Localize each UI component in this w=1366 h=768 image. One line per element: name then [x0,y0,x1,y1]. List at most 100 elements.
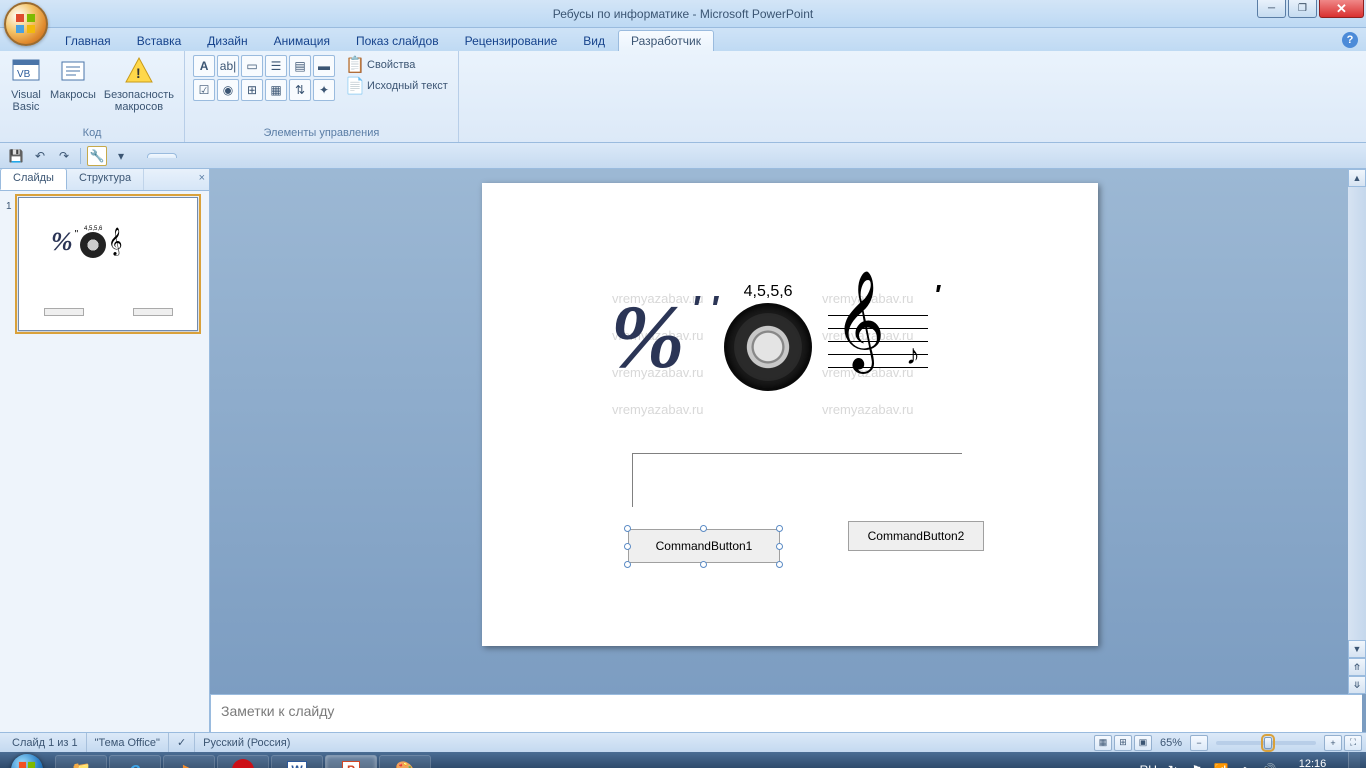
taskbar-ie-icon[interactable]: e [109,755,161,768]
tab-developer[interactable]: Разработчик [618,30,714,51]
minimize-button[interactable]: ─ [1257,0,1286,18]
show-desktop-button[interactable] [1348,752,1360,768]
redo-icon[interactable]: ↷ [54,146,74,166]
slide-thumbnail-1[interactable]: %" 4,5,5,6 𝄞 [18,197,198,331]
music-note-icon: ♪ [906,339,920,371]
control-scroll-icon[interactable]: ⇅ [289,79,311,101]
double-quote-symbol: ' ' [691,288,718,330]
view-sorter-icon[interactable]: ⊞ [1114,735,1132,751]
tab-view[interactable]: Вид [570,30,618,51]
maximize-button[interactable]: ❐ [1288,0,1317,18]
visual-basic-button[interactable]: VB Visual Basic [6,53,46,115]
fit-window-icon[interactable]: ⛶ [1344,735,1362,751]
control-frame-icon[interactable]: ▦ [265,79,287,101]
status-slide-position: Слайд 1 из 1 [4,733,87,752]
taskbar-explorer-icon[interactable]: 📁 [55,755,107,768]
command-button-2[interactable]: CommandButton2 [848,521,984,551]
tray-usb-icon[interactable]: ⏏ [1237,762,1253,768]
tray-action-icon[interactable]: ⚑ [1189,762,1205,768]
rebus-numbers: 4,5,5,6 [744,283,793,301]
taskbar-word-icon[interactable]: W [271,755,323,768]
close-button[interactable]: ✕ [1319,0,1364,18]
vertical-scrollbar[interactable]: ▲ ▼ ⤊ ⤋ [1348,169,1366,694]
window-title: Ребусы по информатике - Microsoft PowerP… [0,7,1366,21]
tray-network-icon[interactable]: 📶 [1213,762,1229,768]
status-spellcheck[interactable]: ✓ [169,733,195,752]
pane-tab-outline[interactable]: Структура [67,169,144,190]
status-language[interactable]: Русский (Россия) [195,733,298,752]
help-icon[interactable]: ? [1342,32,1358,48]
spellcheck-icon: ✓ [177,736,186,749]
scroll-up-icon[interactable]: ▲ [1348,169,1366,187]
office-button[interactable] [4,2,48,46]
tab-review[interactable]: Рецензирование [452,30,571,51]
taskbar-powerpoint-icon[interactable]: P [325,755,377,768]
macro-security-button[interactable]: ! Безопасность макросов [100,53,178,115]
ribbon-group-controls: A ab| ▭ ☰ ▤ ▬ ☑ ◉ ⊞ ▦ ⇅ ✦ 📋 Свойства 📄 [185,51,459,142]
treble-clef-icon: 𝄞 [834,277,885,363]
macros-button[interactable]: Макросы [46,53,100,103]
title-bar: Ребусы по информатике - Microsoft PowerP… [0,0,1366,28]
control-option-icon[interactable]: ◉ [217,79,239,101]
scroll-down-icon[interactable]: ▼ [1348,640,1366,658]
command-button-1[interactable]: CommandButton1 [628,529,780,563]
slide-textbox[interactable] [632,453,962,507]
control-checkbox-icon[interactable]: ☑ [193,79,215,101]
qat-dropdown-icon[interactable]: ▾ [111,146,131,166]
main-area: Слайды Структура × 1 %" 4,5,5,6 𝄞 vrem [0,169,1366,732]
tray-sync-icon[interactable]: ↻ [1165,762,1181,768]
view-normal-icon[interactable]: ▦ [1094,735,1112,751]
control-listbox-icon[interactable]: ▤ [289,55,311,77]
properties-icon: 📋 [347,57,363,73]
taskbar-paint-icon[interactable]: 🎨 [379,755,431,768]
zoom-slider[interactable] [1216,741,1316,745]
tab-insert[interactable]: Вставка [124,30,195,51]
tray-clock[interactable]: 12:16 12.04.2019 [1285,758,1340,768]
qat-tab-handle[interactable] [147,153,177,158]
control-button-icon[interactable]: ▬ [313,55,335,77]
view-code-button[interactable]: 📄 Исходный текст [343,76,452,96]
tray-volume-icon[interactable]: 🔊 [1261,762,1277,768]
svg-text:VB: VB [17,69,31,80]
controls-gallery[interactable]: A ab| ▭ ☰ ▤ ▬ ☑ ◉ ⊞ ▦ ⇅ ✦ [193,55,335,101]
zoom-in-button[interactable]: + [1324,735,1342,751]
slide-canvas[interactable]: vremyazabav.ru vremyazabav.ru vremyazaba… [482,183,1098,646]
tab-design[interactable]: Дизайн [194,30,260,51]
start-button[interactable] [0,752,54,768]
tab-slideshow[interactable]: Показ слайдов [343,30,452,51]
taskbar-wmp-icon[interactable]: ▶ [163,755,215,768]
slide-editor[interactable]: vremyazabav.ru vremyazabav.ru vremyazaba… [210,169,1366,732]
view-slideshow-icon[interactable]: ▣ [1134,735,1152,751]
slides-pane: Слайды Структура × 1 %" 4,5,5,6 𝄞 [0,169,210,732]
control-toggle-icon[interactable]: ⊞ [241,79,263,101]
undo-icon[interactable]: ↶ [30,146,50,166]
apostrophe-symbol: ' [933,279,940,311]
watermark: vremyazabav.ru [612,402,704,417]
ribbon-group-code: VB Visual Basic Макросы ! Безопасность м… [0,51,185,142]
pane-tab-slides[interactable]: Слайды [0,168,67,190]
watermark: vremyazabav.ru [822,402,914,417]
tab-animation[interactable]: Анимация [261,30,343,51]
notes-pane[interactable]: Заметки к слайду [210,694,1362,732]
qat-custom-icon[interactable]: 🔧 [87,146,107,166]
prev-slide-icon[interactable]: ⤊ [1348,658,1366,676]
control-label-icon[interactable]: A [193,55,215,77]
pane-close-icon[interactable]: × [199,172,205,184]
control-textbox-icon[interactable]: ab| [217,55,239,77]
rebus-image: % ' ' 4,5,5,6 𝄞 ♪ ' [610,283,928,391]
tray-language[interactable]: RU [1140,763,1157,768]
zoom-out-button[interactable]: − [1190,735,1208,751]
ribbon-tabs: Главная Вставка Дизайн Анимация Показ сл… [0,28,1366,51]
tab-home[interactable]: Главная [52,30,124,51]
taskbar-opera-icon[interactable] [217,755,269,768]
save-icon[interactable]: 💾 [6,146,26,166]
control-groupbox-icon[interactable]: ▭ [241,55,263,77]
control-combobox-icon[interactable]: ☰ [265,55,287,77]
zoom-percent[interactable]: 65% [1154,737,1188,749]
next-slide-icon[interactable]: ⤋ [1348,676,1366,694]
properties-button[interactable]: 📋 Свойства [343,55,452,75]
windows-taskbar: 📁 e ▶ W P 🎨 RU ↻ ⚑ 📶 ⏏ 🔊 12:16 12.04.201… [0,752,1366,768]
quick-access-toolbar: 💾 ↶ ↷ 🔧 ▾ [0,143,1366,169]
control-more-icon[interactable]: ✦ [313,79,335,101]
svg-text:!: ! [136,65,141,81]
